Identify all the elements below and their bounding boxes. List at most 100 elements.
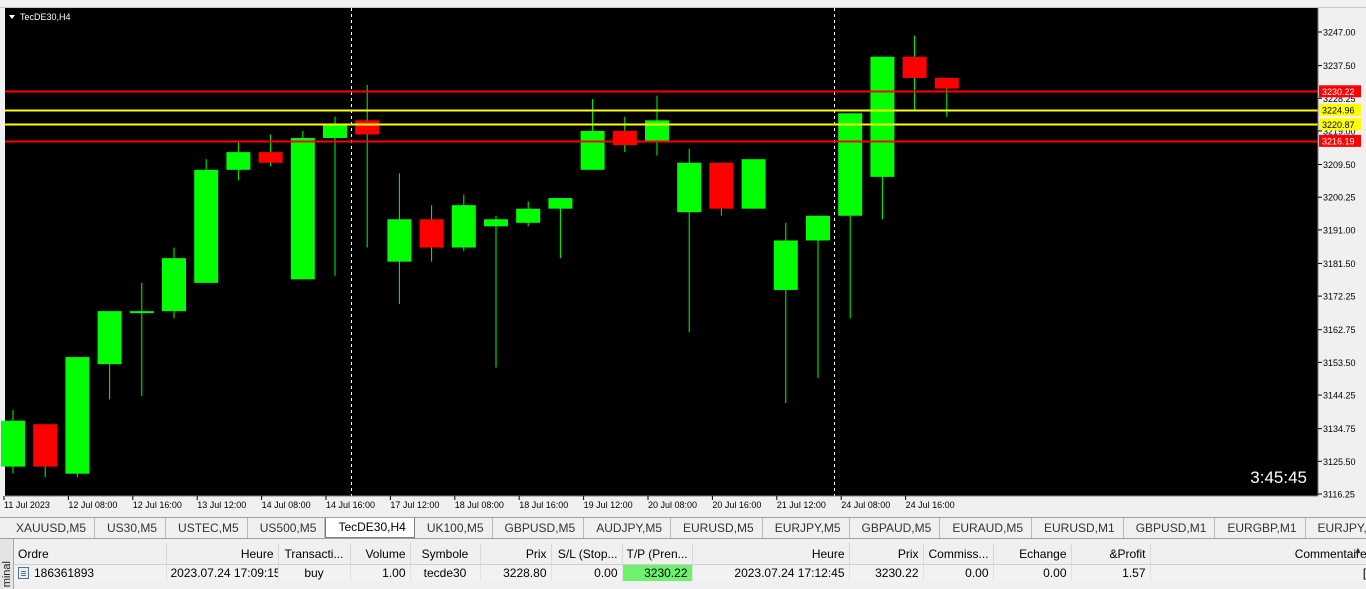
time-tick-label: 14 Jul 16:00: [326, 500, 375, 510]
chart-tab[interactable]: US30,M5: [95, 518, 167, 538]
time-tick-label: 12 Jul 16:00: [133, 500, 182, 510]
candle: [741, 159, 766, 209]
column-header-label: Echange: [1019, 546, 1067, 561]
column-header[interactable]: T/P (Pren...: [622, 543, 693, 565]
candle-body: [194, 169, 219, 283]
chart-tab[interactable]: GBPUSD,M5: [493, 518, 585, 538]
column-header-label: Heure: [811, 546, 845, 561]
column-header-label: S/L (Stop...: [557, 546, 618, 561]
order-cell: 3228.80: [480, 564, 552, 581]
order-cell: 1.00: [350, 564, 411, 581]
candle: [290, 130, 315, 280]
chart-tab[interactable]: GBPUSD,M1: [1124, 518, 1216, 538]
chart-tab[interactable]: USTEC,M5: [166, 518, 248, 538]
column-header[interactable]: Heure: [692, 543, 850, 565]
candle-body: [162, 258, 186, 312]
order-cell-value: 2023.07.24 17:09:15: [170, 566, 278, 580]
column-header[interactable]: &Profit: [1071, 543, 1151, 565]
candle-body: [934, 77, 959, 89]
order-cell-value: buy: [304, 566, 324, 580]
order-cell: 186361893: [14, 564, 167, 581]
column-header[interactable]: Echange: [993, 543, 1072, 565]
order-cell: tecde30: [410, 564, 481, 581]
order-cell: 0.00: [551, 564, 623, 581]
column-header-label: Symbole: [421, 546, 469, 561]
candle-body: [387, 219, 412, 262]
column-header[interactable]: S/L (Stop...: [551, 543, 623, 565]
column-header[interactable]: Prix: [480, 543, 552, 565]
price-tick-label: 3200.25: [1323, 193, 1356, 203]
candle-body: [773, 240, 798, 290]
order-cell-value: 2023.07.24 17:12:45: [734, 566, 845, 580]
price-tick-label: 3247.00: [1323, 28, 1356, 38]
terminal-side-label[interactable]: minal: [0, 539, 14, 589]
terminal-side-text: minal: [1, 560, 13, 587]
column-header[interactable]: Transacti...: [278, 543, 351, 565]
price-tick-label: 3172.25: [1323, 292, 1356, 302]
column-header[interactable]: Symbole: [410, 543, 481, 565]
time-tick-label: 24 Jul 08:00: [841, 500, 890, 510]
chart-tab[interactable]: AUDJPY,M5: [584, 518, 672, 538]
candle: [65, 357, 90, 478]
time-axis: 11 Jul 2023 12 Jul 08:00 12 Jul 16:00 13 Ju…: [3, 496, 955, 510]
order-cell-value: 1.00: [382, 566, 406, 580]
candle-body: [612, 130, 637, 146]
order-cell-value: 0.00: [1043, 566, 1067, 580]
order-cell: 2023.07.24 17:09:15: [166, 564, 279, 581]
column-header[interactable]: Commiss...: [923, 543, 994, 565]
column-header[interactable]: Commentaire/: [1150, 543, 1366, 565]
order-row[interactable]: 186361893 2023.07.24 17:09:15 buy 1.00 tecde…: [14, 564, 1366, 581]
orders-table-header: Ordre Heure Transacti... Volume Symbole Prix S…: [14, 543, 1366, 565]
candle-body: [323, 123, 347, 139]
chart-tab[interactable]: TecDE30,H4: [325, 518, 415, 538]
order-cell: buy: [278, 564, 351, 581]
order-cell-value: 1.57: [1122, 566, 1146, 580]
chart-tab[interactable]: EURJPY,M5: [763, 518, 850, 538]
candle-body: [709, 162, 734, 209]
column-header-label: Prix: [525, 546, 547, 561]
candle-body: [806, 215, 830, 241]
price-tick-label: 3144.25: [1323, 391, 1356, 401]
price-tick-label: 3125.50: [1323, 457, 1356, 467]
chart-tab[interactable]: EURGBP,M1: [1215, 518, 1306, 538]
column-header[interactable]: Heure: [166, 543, 279, 565]
chart-tab[interactable]: EURAUD,M5: [940, 518, 1032, 538]
chart-tab[interactable]: EURUSD,M1: [1032, 518, 1124, 538]
chart-tab[interactable]: UK100,M5: [415, 518, 493, 538]
chart-tabs-bar: XAUUSD,M5 US30,M5 USTEC,M5 US500,M5 TecDE30,…: [0, 517, 1366, 539]
column-header-label: Ordre: [18, 546, 49, 561]
top-window-strip: [0, 0, 1366, 8]
column-header[interactable]: Volume: [350, 543, 411, 565]
price-tick-label: 3153.50: [1323, 358, 1356, 368]
column-header-label: &Profit: [1109, 546, 1146, 561]
candle-body: [419, 219, 444, 248]
time-tick-label: 19 Jul 12:00: [584, 500, 633, 510]
chart-window[interactable]: 3247.00 3237.50 3228.25 3219.00 3209.50 3200.…: [0, 8, 1366, 516]
chart-tab[interactable]: EURJPY,M1: [1306, 518, 1366, 538]
time-tick-label: 12 Jul 08:00: [68, 500, 117, 510]
candle-body: [226, 152, 251, 170]
column-header-label: Transacti...: [284, 546, 344, 561]
column-header-label: Prix: [897, 546, 919, 561]
candle-body: [580, 130, 605, 170]
price-chart[interactable]: 3247.003237.503228.253219.003209.503200.…: [0, 8, 1366, 516]
candle-body: [677, 162, 702, 213]
column-header[interactable]: Ordre: [14, 543, 167, 565]
candle: [709, 162, 734, 216]
price-tick-label: 3237.50: [1323, 61, 1356, 71]
chart-tab[interactable]: US500,M5: [248, 518, 326, 538]
candle-body: [741, 159, 766, 209]
terminal-scroll-up-button[interactable]: ▲: [1352, 543, 1364, 557]
candle-body: [838, 113, 863, 216]
candle-body: [290, 138, 315, 280]
orders-table: Ordre Heure Transacti... Volume Symbole Prix S…: [14, 543, 1366, 581]
time-tick-label: 21 Jul 12:00: [777, 500, 826, 510]
price-tick-label: 3191.00: [1323, 225, 1356, 235]
chart-tab[interactable]: GBPAUD,M5: [850, 518, 941, 538]
chart-tab[interactable]: EURUSD,M5: [671, 518, 763, 538]
column-header[interactable]: Prix: [849, 543, 924, 565]
price-line-tag-label: 3224.96: [1322, 105, 1355, 115]
candle-body: [97, 311, 122, 365]
terminal-panel: minal Ordre Heure Transacti... Volume Symbol…: [0, 539, 1366, 589]
chart-tab[interactable]: XAUUSD,M5: [4, 518, 96, 538]
